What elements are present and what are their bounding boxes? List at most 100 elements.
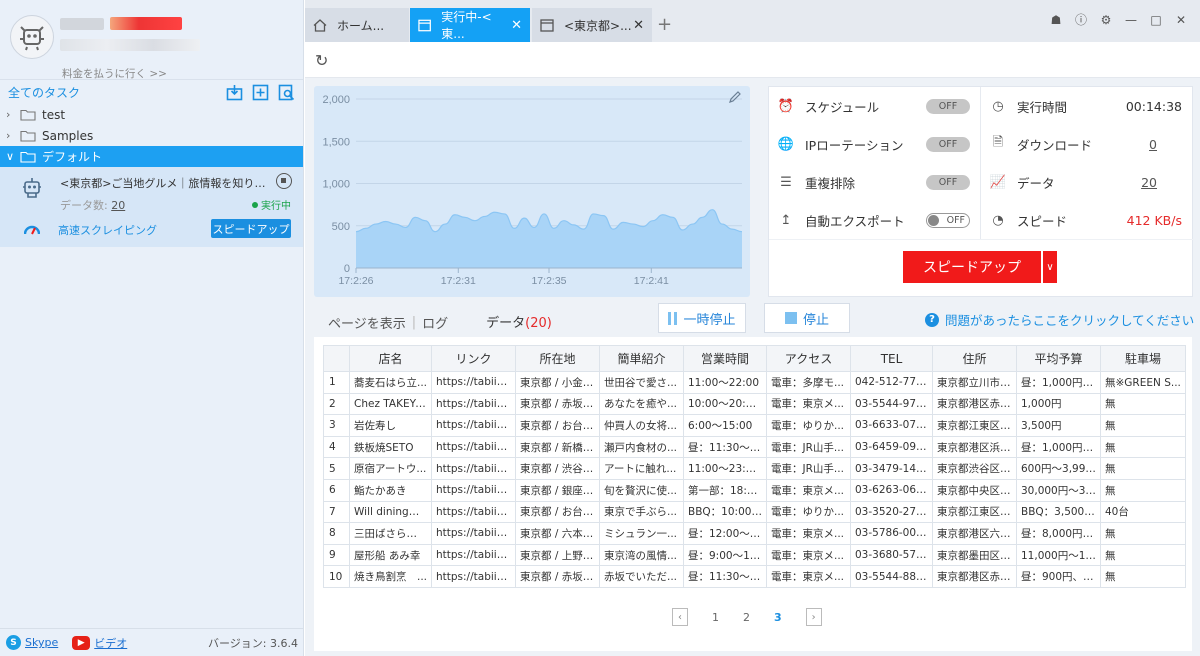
table-row[interactable]: 4 鉄板焼SETO https://tabiiro.j... 東京都 / 新橋・...… (323, 435, 1186, 459)
chevron-right-icon[interactable]: › (6, 108, 18, 121)
folder-samples[interactable]: › Samples (0, 125, 303, 146)
tab-home[interactable]: ホーム... (305, 8, 409, 42)
row-index: 1 (323, 371, 350, 394)
home-icon (313, 18, 327, 32)
table-cell: 昼：9:00～15:... (683, 543, 767, 567)
task-count-label: データ数: (60, 199, 108, 212)
folder-test[interactable]: › test (0, 104, 303, 125)
refresh-icon[interactable]: ↻ (315, 51, 328, 70)
chevron-right-icon[interactable]: › (6, 129, 18, 142)
task-speed-up-button[interactable]: スピードアップ (211, 219, 291, 238)
speed-up-dropdown-icon[interactable]: ∨ (1042, 251, 1057, 283)
avatar[interactable] (10, 15, 54, 59)
row-index: 8 (323, 522, 350, 545)
table-header-row: 店名 リンク 所在地 簡単紹介 営業時間 アクセス TEL 住所 平均予算 駐車場 (323, 345, 1186, 372)
schedule-toggle[interactable]: OFF (926, 99, 970, 114)
table-cell: 電車：多摩モ... (766, 371, 851, 394)
table-cell: 昼：1,000円～... (1016, 371, 1101, 394)
table-cell: 東京都港区六本... (932, 522, 1017, 545)
table-cell: 10:00～20:00... (683, 392, 767, 416)
speed-up-button[interactable]: スピードアップ (903, 251, 1041, 283)
ip-rotation-toggle[interactable]: OFF (926, 137, 970, 152)
close-icon[interactable]: ✕ (511, 18, 522, 33)
column-header[interactable]: リンク (431, 345, 516, 372)
column-header[interactable]: 店名 (349, 345, 432, 372)
table-cell: 東京都港区赤坂... (932, 392, 1017, 416)
status-dot-icon (252, 201, 258, 208)
task-count-value[interactable]: 20 (111, 199, 125, 212)
column-header[interactable]: 所在地 (515, 345, 600, 372)
skype-link[interactable]: Skype (25, 636, 58, 649)
speed-chart: 2,000 1,500 1,000 500 0 17:2:26 17:2:31 17:2:35… (314, 86, 750, 297)
table-row[interactable]: 5 原宿アートウ... https://tabiiro.j... 東京都 / 渋谷・.… (323, 457, 1186, 480)
gear-icon[interactable]: ⚙ (1099, 13, 1113, 27)
pencil-icon[interactable] (728, 90, 742, 104)
tab-show-page[interactable]: ページを表示 (322, 313, 412, 338)
close-icon[interactable]: ✕ (633, 18, 644, 33)
import-icon[interactable] (226, 84, 243, 101)
column-header[interactable]: 駐車場 (1100, 345, 1186, 372)
table-cell: 焼き鳥割烹 ... (349, 565, 432, 588)
table-cell: 東京都 / 上野・... (515, 543, 600, 567)
pagination: ‹ 1 2 3 › (672, 608, 822, 626)
help-icon[interactable]: ⓘ (1074, 11, 1088, 28)
prev-page-icon[interactable]: ‹ (672, 608, 688, 626)
robot-logo-icon (20, 26, 44, 51)
table-row[interactable]: 7 Will dining＆B... https://tabiiro.j... 東京都… (323, 500, 1186, 524)
task-stop-icon[interactable] (276, 173, 292, 189)
folder-default[interactable]: ∨ デフォルト (0, 146, 303, 167)
table-row[interactable]: 10 焼き鳥割烹 ... https://tabiiro.j... 東京都 / 赤坂・… (323, 565, 1186, 588)
new-task-icon[interactable] (252, 84, 269, 101)
close-window-icon[interactable]: ✕ (1174, 13, 1188, 27)
table-row[interactable]: 8 三田ばさら別邸 https://tabiiro.j... 東京都 / 六本木...… (323, 522, 1186, 545)
stop-button[interactable]: 停止 (764, 303, 850, 333)
table-row[interactable]: 9 屋形船 あみ幸 https://tabiiro.j... 東京都 / 上野・...… (323, 543, 1186, 567)
tab-log[interactable]: ログ (416, 313, 454, 338)
table-row[interactable]: 1 蕎麦石はら立... https://tabiiro.j... 東京都 / 小金井.… (323, 371, 1186, 394)
next-page-icon[interactable]: › (805, 608, 822, 626)
page-3[interactable]: 3 (774, 611, 782, 624)
table-cell: 東京湾の風情... (599, 543, 684, 567)
search-task-icon[interactable] (278, 84, 295, 101)
page-2[interactable]: 2 (743, 611, 750, 624)
auto-export-toggle[interactable]: OFF (926, 213, 970, 228)
subtabs: ページを表示 | ログ データ(20) (322, 312, 558, 339)
x-tick-label: 17:2:31 (441, 275, 476, 287)
chevron-down-icon[interactable]: ∨ (6, 150, 18, 163)
skype-icon[interactable]: S (6, 635, 21, 650)
task-card[interactable]: <東京都>ご当地グルメ｜旅情報を知り尽... データ数: 20 実行中 高速スク… (0, 167, 303, 247)
task-name[interactable]: <東京都>ご当地グルメ｜旅情報を知り尽... (60, 175, 270, 191)
video-icon[interactable]: ▶ (72, 635, 91, 650)
column-header[interactable]: アクセス (766, 345, 851, 372)
pay-link[interactable]: 料金を払うに行く >> (62, 66, 167, 81)
pause-button[interactable]: 一時停止 (658, 303, 746, 333)
maximize-icon[interactable]: □ (1149, 13, 1163, 27)
column-header[interactable]: 簡単紹介 (599, 345, 684, 372)
table-cell: 11,000円～15,... (1016, 543, 1101, 567)
table-row[interactable]: 6 鮨たかあき https://tabiiro.j... 東京都 / 銀座・... 旬を… (323, 478, 1186, 502)
data-value[interactable]: 20 (1087, 175, 1157, 190)
column-header[interactable] (323, 345, 350, 372)
minimize-icon[interactable]: — (1124, 13, 1138, 27)
table-cell: 三田ばさら別邸 (349, 522, 432, 545)
gift-icon[interactable]: ☗ (1049, 13, 1063, 27)
tab-data[interactable]: データ(20) (480, 312, 558, 339)
table-cell: 電車：東京メ... (766, 565, 851, 588)
table-cell: 昼：900円、夜... (1016, 565, 1101, 588)
column-header[interactable]: TEL (850, 345, 933, 372)
column-header[interactable]: 営業時間 (683, 345, 767, 372)
column-header[interactable]: 平均予算 (1016, 345, 1101, 372)
question-icon: ? (925, 312, 939, 327)
column-header[interactable]: 住所 (932, 345, 1017, 372)
download-value[interactable]: 0 (1087, 137, 1157, 152)
add-tab-icon[interactable]: + (657, 14, 672, 35)
table-row[interactable]: 2 Chez TAKEYA... https://tabiiro.j... 東京都 /… (323, 392, 1186, 416)
help-link[interactable]: ? 問題があったらここをクリックしてください (925, 310, 1194, 329)
dedupe-toggle[interactable]: OFF (926, 175, 970, 190)
page-1[interactable]: 1 (712, 611, 719, 624)
tab-running[interactable]: 実行中-<東... ✕ (410, 8, 530, 42)
table-row[interactable]: 3 岩佐寿し https://tabiiro.j... 東京都 / お台場... 仲買人… (323, 414, 1186, 437)
tab-task[interactable]: <東京都>... ✕ (532, 8, 652, 42)
video-link[interactable]: ビデオ (94, 635, 127, 651)
tasks-header-title[interactable]: 全てのタスク (8, 84, 80, 101)
